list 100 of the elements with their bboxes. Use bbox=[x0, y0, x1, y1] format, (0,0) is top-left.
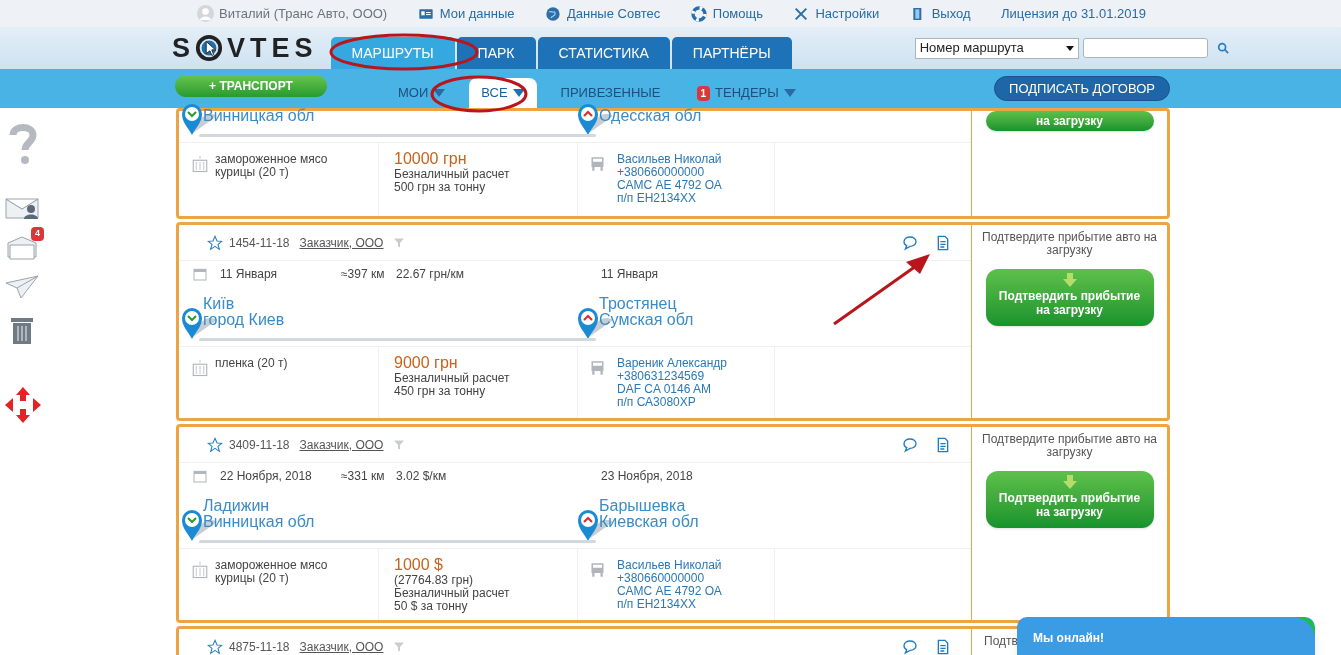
document-icon bbox=[935, 638, 951, 655]
down-arrow-icon bbox=[1062, 475, 1077, 489]
status-note: Подтв bbox=[984, 633, 1018, 648]
price-per-ton: 450 грн за тонну bbox=[394, 385, 486, 398]
region-name: город Киев bbox=[203, 312, 285, 328]
arrows-logo-icon bbox=[5, 387, 41, 423]
logo: S VTES bbox=[172, 31, 318, 65]
globe-icon bbox=[544, 5, 561, 22]
cargo-crate-icon bbox=[191, 153, 209, 175]
top-link[interactable]: Помощь bbox=[690, 3, 763, 24]
sign-contract-button[interactable]: ПОДПИСАТЬ ДОГОВОР bbox=[994, 76, 1170, 101]
search-field[interactable] bbox=[1082, 38, 1208, 58]
tools-icon bbox=[793, 5, 810, 22]
chat-status: Мы онлайн! bbox=[1033, 630, 1105, 647]
order-number: 3409-11-18 bbox=[229, 436, 290, 454]
chat-bubble-icon bbox=[901, 638, 919, 655]
rate-per-km: 3.02 $/км bbox=[396, 467, 448, 485]
cargo-description: пленка (20 т) bbox=[215, 357, 289, 372]
status-note: Подтвердите прибытие авто на загрузку bbox=[981, 431, 1158, 459]
envelope-user-icon bbox=[5, 195, 39, 219]
tender-count-badge: 1 bbox=[696, 85, 711, 101]
chat-widget[interactable]: Мы онлайн! bbox=[1017, 617, 1315, 655]
trailer-plate: п/п ЕН2134ХХ bbox=[617, 598, 698, 611]
license-info: Лицензия до 31.01.2019 bbox=[1001, 4, 1146, 23]
driver-phone: +380631234569 bbox=[617, 370, 705, 383]
cargo-description: замороженное мясо курицы (20 т) bbox=[215, 153, 329, 181]
arrival-date: 23 Ноября, 2018 bbox=[601, 467, 693, 485]
nav-tab[interactable]: СТАТИСТИКА bbox=[537, 37, 670, 69]
driver-phone: +380660000000 bbox=[617, 166, 706, 179]
confirm-arrival-button[interactable]: Подтвердить прибытие на загрузку bbox=[985, 269, 1154, 326]
cargo-description: замороженное мясо курицы (20 т) bbox=[215, 559, 329, 587]
caret-icon bbox=[1065, 45, 1074, 51]
city-name: Ладижин bbox=[203, 498, 270, 514]
top-link[interactable]: Выход bbox=[909, 3, 971, 24]
add-transport-button[interactable]: + ТРАНСПОРТ bbox=[175, 74, 327, 97]
rate-per-km: 22.67 грн/км bbox=[396, 265, 465, 283]
truck-plate: САМС АЕ 4792 ОА bbox=[617, 179, 722, 192]
region-name: Винницкая обл bbox=[203, 514, 315, 530]
customer-link[interactable]: Заказчик, ООО bbox=[299, 637, 384, 655]
trash-icon bbox=[9, 315, 35, 345]
star-icon bbox=[207, 436, 223, 453]
payment-method: Безналичный расчет bbox=[394, 372, 511, 385]
confirm-arrival-button[interactable]: на загрузку bbox=[985, 111, 1154, 131]
search-icon[interactable] bbox=[1216, 42, 1229, 54]
order-number: 1454-11-18 bbox=[229, 234, 290, 252]
nav-tab[interactable]: ПАРК bbox=[456, 37, 536, 69]
price: 9000 грн bbox=[394, 354, 459, 372]
cargo-crate-icon bbox=[191, 559, 209, 581]
price-per-ton: 500 грн за тонну bbox=[394, 181, 486, 194]
driver-name: Вареник Александр bbox=[617, 357, 727, 370]
trailer-plate: п/п СА3080ХР bbox=[617, 396, 697, 409]
unread-badge: 4 bbox=[31, 227, 44, 241]
document-icon bbox=[935, 436, 951, 453]
top-link[interactable]: Данные Совтес bbox=[544, 3, 661, 24]
search-type-select[interactable]: Номер маршрута bbox=[914, 37, 1079, 59]
payment-method: Безналичный расчет bbox=[394, 587, 511, 600]
region-name: Сумская обл bbox=[599, 312, 694, 328]
customer-link[interactable]: Заказчик, ООО bbox=[299, 435, 384, 454]
arrival-date: 11 Января bbox=[601, 265, 659, 283]
driver-name: Васильев Николай bbox=[617, 559, 722, 572]
user-name: Виталий (Транс Авто, ООО) bbox=[219, 4, 388, 23]
help-icon bbox=[8, 123, 38, 165]
chat-bubble-icon bbox=[901, 436, 919, 453]
filter-icon bbox=[393, 236, 406, 249]
nav-tab[interactable]: ПАРТНЁРЫ bbox=[671, 37, 792, 69]
status-note: Подтвердите прибытие авто на загрузку bbox=[981, 229, 1158, 257]
price: 1000 $ bbox=[394, 556, 444, 574]
top-link[interactable]: Настройки bbox=[793, 3, 880, 24]
down-arrow-icon bbox=[1062, 273, 1077, 287]
filter-tab[interactable]: ПРИВЕЗЕННЫЕ bbox=[548, 78, 673, 108]
price-per-ton: 50 $ за тонну bbox=[394, 600, 469, 613]
star-icon bbox=[207, 234, 223, 251]
top-link[interactable]: Мои данные bbox=[417, 3, 515, 24]
route-distance: ≈397 км bbox=[341, 265, 386, 283]
departure-date: 22 Ноября, 2018 bbox=[220, 467, 313, 485]
envelopes-icon bbox=[6, 235, 38, 261]
city-name: Київ bbox=[203, 296, 236, 312]
chat-bubble-icon bbox=[901, 234, 919, 251]
price: 10000 грн bbox=[394, 150, 469, 168]
customer-link[interactable]: Заказчик, ООО bbox=[299, 233, 384, 252]
user-avatar-icon bbox=[197, 5, 214, 22]
driver-phone: +380660000000 bbox=[617, 572, 706, 585]
driver-name: Васильев Николай bbox=[617, 153, 722, 166]
payment-method: Безналичный расчет bbox=[394, 168, 511, 181]
route-distance: ≈331 км bbox=[341, 467, 386, 485]
departure-date: 11 Января bbox=[220, 265, 279, 283]
filter-icon bbox=[393, 640, 406, 653]
confirm-arrival-button[interactable]: Подтвердить прибытие на загрузку bbox=[985, 471, 1154, 528]
city-name: Тростянец bbox=[599, 296, 677, 312]
star-icon bbox=[207, 638, 223, 655]
truck-plate: САМС АЕ 4792 ОА bbox=[617, 585, 722, 598]
filter-icon bbox=[393, 438, 406, 451]
price-converted: (27764.83 грн) bbox=[394, 574, 475, 587]
region-name: Винницкая обл bbox=[203, 108, 315, 124]
truck-plate: DAF CA 0146 AM bbox=[617, 383, 713, 396]
lifebuoy-icon bbox=[690, 5, 707, 22]
filter-tab[interactable]: 1 ТЕНДЕРЫ bbox=[684, 78, 808, 108]
filter-tab[interactable]: МОИ bbox=[386, 78, 458, 108]
region-name: Одесская обл bbox=[599, 108, 702, 124]
cargo-crate-icon bbox=[191, 357, 209, 379]
